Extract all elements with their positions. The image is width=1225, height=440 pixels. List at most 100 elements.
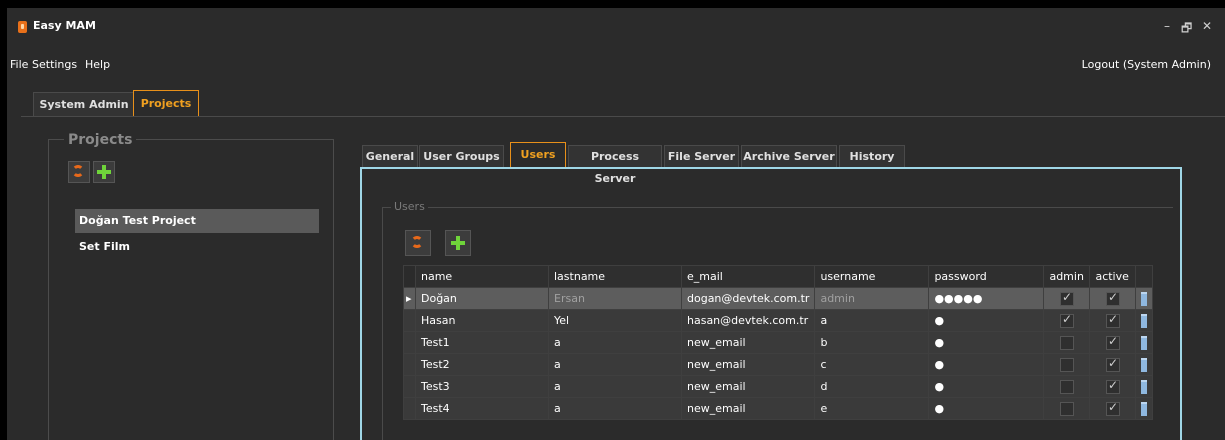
table-row[interactable]: Test1 a new_email b ●	[403, 331, 1154, 354]
cell-active[interactable]	[1089, 375, 1137, 398]
delete-icon[interactable]	[1141, 401, 1148, 416]
cell-delete[interactable]	[1135, 309, 1154, 332]
cell-name[interactable]: Test4	[415, 397, 549, 420]
cell-lastname[interactable]: Ersan	[548, 287, 682, 310]
cell-active[interactable]	[1089, 287, 1137, 310]
cell-admin[interactable]	[1043, 287, 1091, 310]
tab-archive-server[interactable]: Archive Server	[741, 145, 837, 168]
tab-history[interactable]: History	[839, 145, 905, 168]
cell-username[interactable]: admin	[814, 287, 930, 310]
cell-username[interactable]: b	[814, 331, 930, 354]
delete-icon[interactable]	[1141, 357, 1148, 372]
delete-icon[interactable]	[1141, 335, 1148, 350]
users-refresh-button[interactable]	[405, 230, 431, 256]
delete-icon[interactable]	[1141, 379, 1148, 394]
cell-active[interactable]	[1089, 397, 1137, 420]
admin-checkbox[interactable]	[1059, 379, 1074, 394]
table-row[interactable]: Test4 a new_email e ●	[403, 397, 1154, 420]
active-checkbox[interactable]	[1105, 312, 1120, 328]
cell-name[interactable]: Test2	[415, 353, 549, 376]
cell-password[interactable]: ●	[928, 397, 1045, 420]
cell-email[interactable]: hasan@devtek.com.tr	[680, 309, 816, 332]
admin-checkbox[interactable]	[1059, 290, 1074, 306]
cell-lastname[interactable]: a	[548, 375, 682, 398]
delete-icon[interactable]	[1141, 313, 1148, 328]
cell-lastname[interactable]: Yel	[548, 309, 682, 332]
tab-system-admin[interactable]: System Admin	[33, 92, 135, 117]
tab-projects[interactable]: Projects	[133, 90, 199, 117]
cell-lastname[interactable]: a	[548, 397, 682, 420]
admin-checkbox[interactable]	[1059, 357, 1074, 372]
column-header-username[interactable]: username	[814, 265, 930, 288]
cell-admin[interactable]	[1043, 353, 1091, 376]
menu-file[interactable]: File	[10, 58, 28, 71]
active-checkbox[interactable]	[1105, 400, 1120, 416]
delete-icon[interactable]	[1141, 291, 1148, 306]
cell-name[interactable]: Doğan	[415, 287, 549, 310]
cell-username[interactable]: a	[814, 309, 930, 332]
cell-delete[interactable]	[1135, 375, 1154, 398]
cell-delete[interactable]	[1135, 353, 1154, 376]
cell-delete[interactable]	[1135, 287, 1154, 310]
cell-active[interactable]	[1089, 309, 1137, 332]
cell-admin[interactable]	[1043, 397, 1091, 420]
table-row[interactable]: ▸ Doğan Ersan dogan@devtek.com.tr admin …	[403, 287, 1154, 310]
project-item[interactable]: Doğan Test Project	[75, 209, 319, 233]
cell-name[interactable]: Hasan	[415, 309, 549, 332]
cell-password[interactable]: ●	[928, 331, 1045, 354]
tab-user-groups[interactable]: User Groups	[419, 145, 504, 168]
cell-admin[interactable]	[1043, 309, 1091, 332]
cell-password[interactable]: ●	[928, 309, 1045, 332]
tab-process-server[interactable]: Process Server	[568, 145, 662, 185]
cell-username[interactable]: c	[814, 353, 930, 376]
maximize-icon[interactable]: 🗗	[1181, 19, 1192, 40]
logout-link[interactable]: Logout (System Admin)	[1082, 58, 1211, 71]
active-checkbox[interactable]	[1105, 356, 1120, 372]
table-row[interactable]: Test3 a new_email d ●	[403, 375, 1154, 398]
cell-admin[interactable]	[1043, 375, 1091, 398]
cell-active[interactable]	[1089, 353, 1137, 376]
table-row[interactable]: Test2 a new_email c ●	[403, 353, 1154, 376]
cell-password[interactable]: ●	[928, 375, 1045, 398]
column-header-lastname[interactable]: lastname	[548, 265, 682, 288]
projects-refresh-button[interactable]	[68, 161, 90, 183]
project-item[interactable]: Set Film	[75, 235, 319, 259]
tab-file-server[interactable]: File Server	[664, 145, 739, 168]
cell-active[interactable]	[1089, 331, 1137, 354]
tab-users[interactable]: Users	[510, 142, 566, 168]
cell-email[interactable]: new_email	[680, 375, 816, 398]
cell-name[interactable]: Test1	[415, 331, 549, 354]
cell-email[interactable]: new_email	[680, 397, 816, 420]
column-header-name[interactable]: name	[415, 265, 549, 288]
menu-settings[interactable]: Settings	[32, 58, 77, 71]
cell-password[interactable]: ●●●●●	[928, 287, 1045, 310]
tab-general[interactable]: General	[362, 145, 418, 168]
column-header-active[interactable]: active	[1089, 265, 1137, 288]
active-checkbox[interactable]	[1105, 378, 1120, 394]
admin-checkbox[interactable]	[1059, 335, 1074, 350]
cell-delete[interactable]	[1135, 397, 1154, 420]
close-icon[interactable]: ✕	[1202, 19, 1212, 33]
cell-email[interactable]: new_email	[680, 331, 816, 354]
cell-username[interactable]: d	[814, 375, 930, 398]
column-header-admin[interactable]: admin	[1043, 265, 1091, 288]
table-row[interactable]: Hasan Yel hasan@devtek.com.tr a ●	[403, 309, 1154, 332]
cell-delete[interactable]	[1135, 331, 1154, 354]
admin-checkbox[interactable]	[1059, 312, 1074, 328]
admin-checkbox[interactable]	[1059, 401, 1074, 416]
minimize-icon[interactable]: –	[1164, 19, 1170, 33]
cell-admin[interactable]	[1043, 331, 1091, 354]
active-checkbox[interactable]	[1105, 290, 1120, 306]
active-checkbox[interactable]	[1105, 334, 1120, 350]
cell-username[interactable]: e	[814, 397, 930, 420]
cell-name[interactable]: Test3	[415, 375, 549, 398]
cell-email[interactable]: dogan@devtek.com.tr	[680, 287, 816, 310]
projects-add-button[interactable]	[93, 161, 115, 183]
cell-lastname[interactable]: a	[548, 331, 682, 354]
users-add-button[interactable]	[445, 230, 471, 256]
menu-help[interactable]: Help	[85, 58, 110, 71]
cell-password[interactable]: ●	[928, 353, 1045, 376]
column-header-password[interactable]: password	[928, 265, 1045, 288]
cell-lastname[interactable]: a	[548, 353, 682, 376]
cell-email[interactable]: new_email	[680, 353, 816, 376]
